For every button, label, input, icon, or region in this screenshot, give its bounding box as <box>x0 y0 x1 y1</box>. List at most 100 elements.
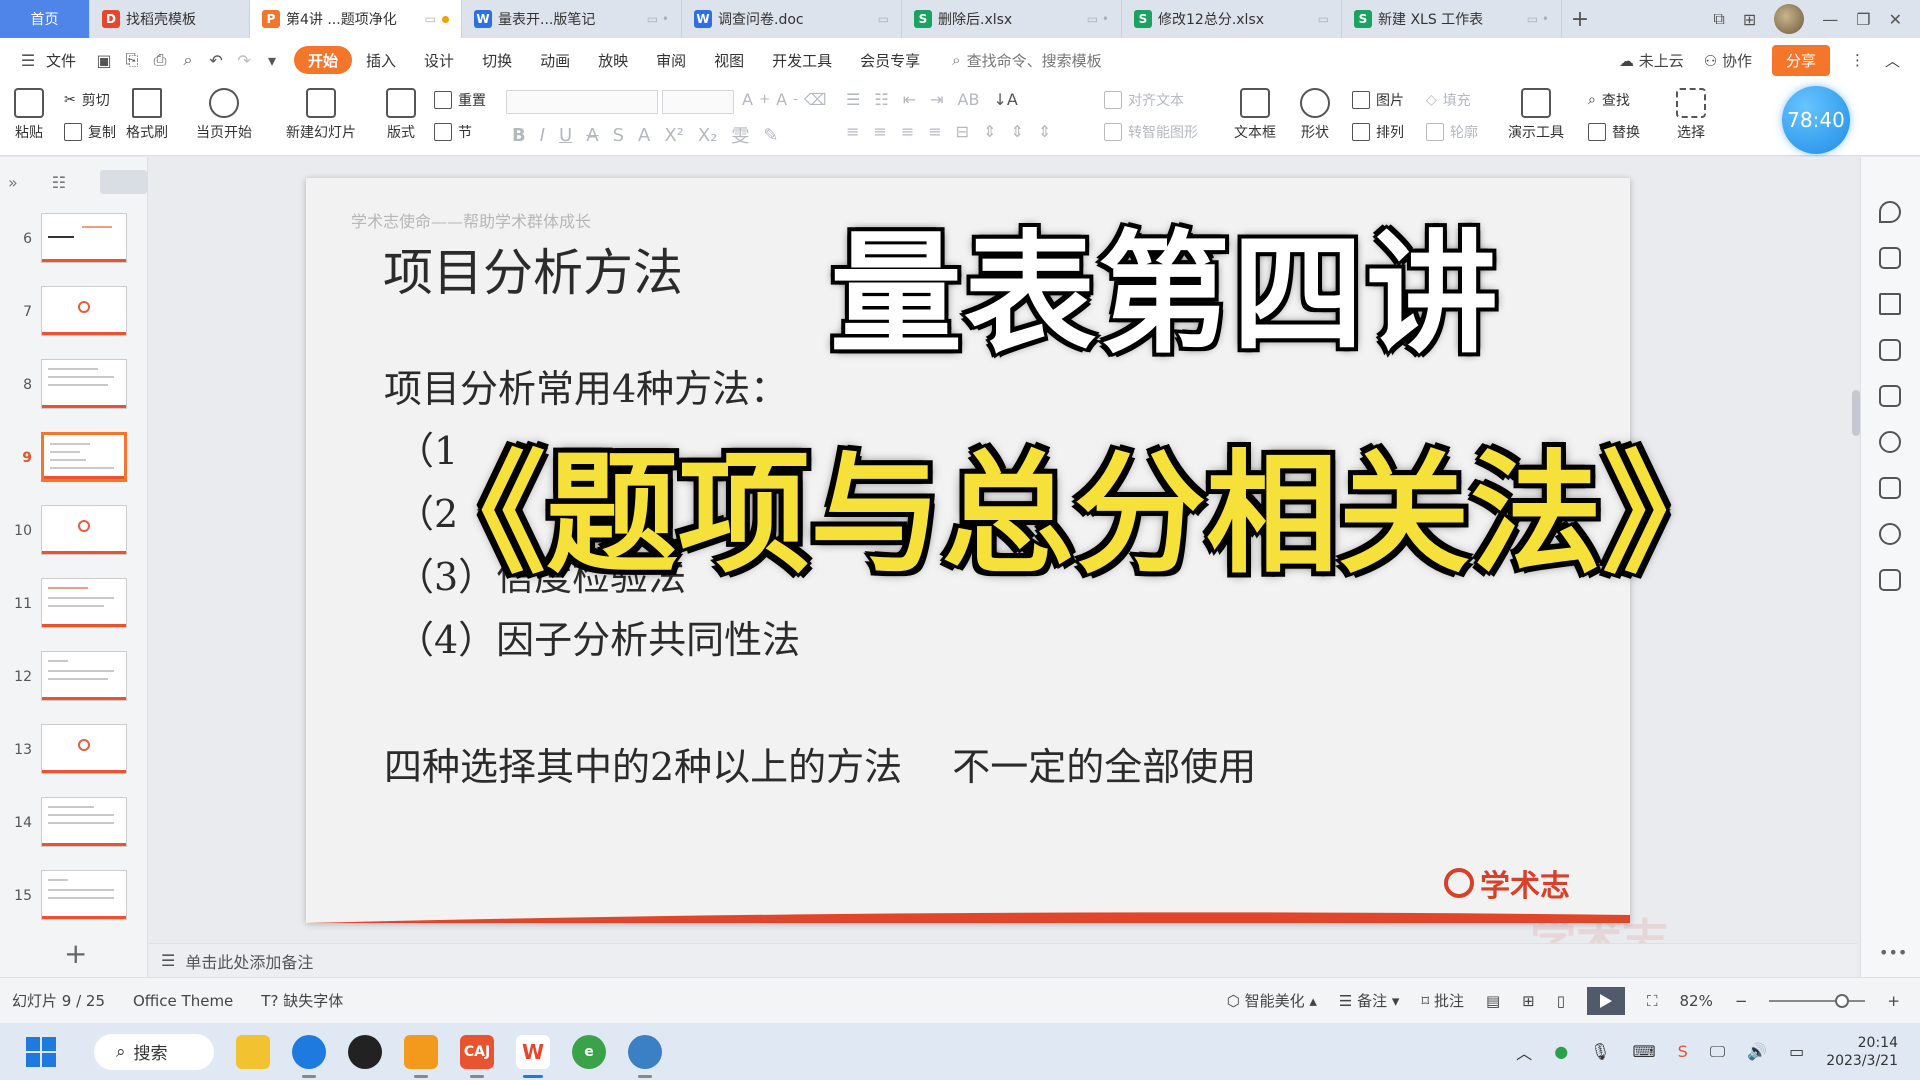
sort-icon[interactable]: ↓A <box>993 90 1017 109</box>
line-spacing-icon[interactable]: ⇕ <box>983 122 996 141</box>
tab-new-xls[interactable]: S 新建 XLS 工作表 ▭ • <box>1342 0 1562 38</box>
collapse-ribbon-icon[interactable]: ︿ <box>1885 50 1900 71</box>
chevron-down-icon[interactable]: ▾ <box>258 51 286 70</box>
taskbar-search[interactable]: ⌕ 搜索 <box>94 1033 214 1070</box>
normal-view-icon[interactable]: ▤ <box>1486 992 1500 1010</box>
antivirus-icon[interactable]: ● <box>1554 1042 1568 1061</box>
battery-icon[interactable]: ▭ <box>1789 1042 1804 1061</box>
notes-toggle-button[interactable]: ☰ 备注 ▾ <box>1339 990 1400 1011</box>
strike-icon[interactable]: A <box>586 125 598 146</box>
paste-button[interactable]: 粘贴 <box>14 88 44 142</box>
expand-pane-icon[interactable]: » <box>8 173 18 192</box>
layout-icon[interactable]: ⧉ <box>1713 9 1724 29</box>
find-button[interactable]: ⌕ 查找 <box>1588 90 1630 110</box>
align-center-icon[interactable]: ≡ <box>873 122 886 141</box>
slide-thumb[interactable]: 15 <box>0 870 140 926</box>
collab-button[interactable]: ⚇ 协作 <box>1704 50 1752 71</box>
redo-icon[interactable]: ↷ <box>230 51 258 70</box>
cube-icon[interactable] <box>1879 569 1901 591</box>
slide-intro-text[interactable]: 项目分析常用4种方法： <box>384 358 788 413</box>
share-button[interactable]: 分享 <box>1771 44 1830 76</box>
menu-insert[interactable]: 插入 <box>352 46 410 74</box>
shadow-icon[interactable]: S <box>613 125 624 146</box>
highlight-icon[interactable]: ✎ <box>763 125 778 146</box>
thumbnail-view-button[interactable] <box>100 170 147 194</box>
tab-template-store[interactable]: D 找稻壳模板 <box>90 0 250 38</box>
reading-view-icon[interactable]: ▯ <box>1557 992 1565 1010</box>
slide-thumb[interactable]: 10 <box>0 505 140 561</box>
image-icon[interactable] <box>1879 385 1901 407</box>
slide-thumb[interactable]: 13 <box>0 724 140 780</box>
play-current-button[interactable]: 当页开始 <box>196 88 252 142</box>
picture-button[interactable]: 图片 <box>1352 90 1404 110</box>
smartart-button[interactable]: 转智能图形 <box>1104 122 1198 142</box>
more-icon[interactable]: ⋮ <box>1850 51 1865 69</box>
shape-button[interactable]: 形状 <box>1300 88 1330 142</box>
bullet-list-icon[interactable]: ☰ <box>846 90 860 109</box>
tab-deleted-xlsx[interactable]: S 删除后.xlsx ▭ • <box>902 0 1122 38</box>
comments-button[interactable]: ⌑ 批注 <box>1421 990 1463 1011</box>
file-explorer-icon[interactable] <box>236 1034 270 1069</box>
text-format-buttons[interactable]: B I U A S A X² X₂ 雯 ✎ <box>512 122 779 148</box>
underline-icon[interactable]: U <box>559 125 572 146</box>
copy-button[interactable]: 复制 <box>64 122 116 142</box>
cut-button[interactable]: ✂ 剪切 <box>64 90 110 110</box>
presenter-tools-button[interactable]: 演示工具 <box>1508 88 1564 142</box>
tab-total-xlsx[interactable]: S 修改12总分.xlsx ▭ <box>1122 0 1342 38</box>
menu-member[interactable]: 会员专享 <box>846 46 934 74</box>
slideshow-play-button[interactable] <box>1586 986 1625 1015</box>
fit-window-icon[interactable]: ⛶ <box>1647 992 1658 1010</box>
command-search[interactable]: ⌕ 查找命令、搜索模板 <box>934 50 1101 71</box>
select-button[interactable]: 选择 <box>1676 88 1706 142</box>
section-button[interactable]: 节 <box>434 122 472 142</box>
undo-icon[interactable]: ↶ <box>202 51 230 70</box>
indent-decrease-icon[interactable]: ⇤ <box>903 90 916 109</box>
sorter-view-icon[interactable]: ⊞ <box>1522 992 1535 1010</box>
new-slide-button[interactable]: 新建幻灯片 <box>286 88 356 142</box>
user-avatar[interactable] <box>1774 4 1805 34</box>
hamburger-icon[interactable]: ☰ <box>14 51 42 70</box>
fill-button[interactable]: ◇ 填充 <box>1426 90 1471 110</box>
columns-icon[interactable]: ⇕ <box>1038 122 1051 141</box>
menu-file[interactable]: 文件 <box>42 46 90 74</box>
qq-icon[interactable] <box>348 1034 382 1069</box>
font-family-select[interactable] <box>506 90 658 114</box>
zoom-slider[interactable] <box>1769 993 1866 1008</box>
minimize-icon[interactable]: — <box>1822 10 1838 29</box>
font-size-select[interactable] <box>662 90 734 114</box>
outline-view-icon[interactable]: ☷ <box>52 173 66 192</box>
edge-browser-icon[interactable] <box>292 1034 326 1078</box>
notes-bar[interactable]: ☰ 单击此处添加备注 <box>149 943 1857 977</box>
beautify-button[interactable]: ⬡ 智能美化 ▴ <box>1227 990 1317 1011</box>
menu-design[interactable]: 设计 <box>410 46 468 74</box>
menu-review[interactable]: 审阅 <box>642 46 700 74</box>
align-left-icon[interactable]: ≡ <box>846 122 859 141</box>
export-icon[interactable]: ⎘ <box>118 50 146 70</box>
menu-home[interactable]: 开始 <box>294 46 353 74</box>
superscript-icon[interactable]: X² <box>664 125 684 146</box>
replace-button[interactable]: 替换 <box>1588 122 1640 142</box>
chevron-up-icon[interactable]: ︿ <box>1516 1040 1532 1064</box>
print-icon[interactable]: ⎙ <box>146 50 174 70</box>
font-grow-shrink[interactable]: A + A- ⌫ <box>742 90 827 109</box>
slide-thumb-selected[interactable]: 9 <box>0 432 140 488</box>
microphone-icon[interactable]: 🎙 <box>1590 1042 1610 1061</box>
system-clock[interactable]: 20:14 2023/3/21 <box>1826 1034 1898 1070</box>
slides-icon[interactable] <box>1879 339 1901 361</box>
textbox-button[interactable]: 文本框 <box>1234 88 1276 142</box>
number-list-icon[interactable]: ☷ <box>874 90 888 109</box>
format-painter-button[interactable]: 格式刷 <box>126 88 168 142</box>
align-text-button[interactable]: 对齐文本 <box>1104 90 1184 110</box>
font-color-icon[interactable]: A <box>638 125 650 146</box>
vertical-scrollbar[interactable] <box>1852 180 1860 870</box>
help-icon[interactable] <box>1879 523 1901 545</box>
save-icon[interactable]: ▣ <box>90 51 118 70</box>
rocket-icon[interactable] <box>1879 201 1901 223</box>
layout-button[interactable]: 版式 <box>386 88 416 142</box>
menu-transitions[interactable]: 切换 <box>468 46 526 74</box>
wps-office-icon[interactable]: W <box>516 1034 550 1078</box>
ie-browser-icon[interactable]: e <box>572 1034 606 1069</box>
slide-note-text[interactable]: 四种选择其中的2种以上的方法 不一定的全部使用 <box>384 736 1256 791</box>
cloud-status[interactable]: ☁ 未上云 <box>1619 50 1684 71</box>
input-method-icon[interactable]: ⌨ <box>1632 1042 1655 1061</box>
